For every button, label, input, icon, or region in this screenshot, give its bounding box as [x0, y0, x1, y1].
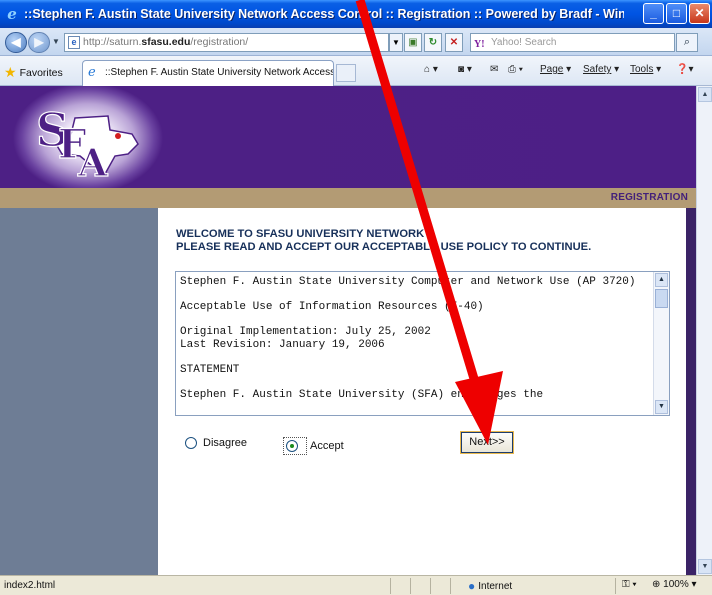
main-content: WELCOME TO SFASU UNIVERSITY NETWORK PLEA…: [158, 208, 686, 575]
policy-text: Stephen F. Austin State University Compu…: [180, 276, 636, 401]
page-menu[interactable]: Page ▾: [540, 64, 571, 75]
window-title-bar: e ::Stephen F. Austin State University N…: [0, 0, 712, 28]
scroll-up-icon[interactable]: ▲: [698, 87, 712, 102]
search-placeholder: Yahoo! Search: [491, 37, 557, 48]
zoom-control[interactable]: ⊕ 100% ▾: [652, 579, 697, 590]
scroll-up-icon[interactable]: ▲: [655, 273, 668, 287]
disagree-radio-circle[interactable]: [185, 437, 197, 449]
new-tab-button[interactable]: [336, 64, 356, 82]
status-divider: [390, 578, 391, 594]
url-path: /registration/: [190, 36, 249, 48]
welcome-line: WELCOME TO SFASU UNIVERSITY NETWORK: [176, 228, 425, 240]
favorites-label: Favorites: [19, 67, 63, 79]
url-prefix: http://saturn.: [83, 36, 142, 48]
browser-tab[interactable]: e ::Stephen F. Austin State University N…: [82, 60, 334, 86]
sfa-logo: S F A: [35, 102, 139, 181]
welcome-heading: WELCOME TO SFASU UNIVERSITY NETWORK PLEA…: [176, 228, 591, 254]
internet-explorer-icon: e: [7, 5, 17, 23]
page-menu-label: Page: [540, 64, 564, 75]
accept-radio-circle[interactable]: [286, 440, 298, 452]
zone-label: Internet: [478, 581, 513, 592]
forward-button[interactable]: ▶: [28, 32, 50, 53]
yahoo-icon: Y!: [474, 39, 485, 50]
next-button[interactable]: Next>>: [460, 431, 514, 454]
help-icon[interactable]: ❓▾: [676, 64, 693, 75]
safety-menu[interactable]: Safety ▾: [583, 64, 619, 75]
recent-pages-chevron-icon[interactable]: ▼: [52, 37, 60, 46]
window-title: ::Stephen F. Austin State University Net…: [24, 7, 624, 21]
zoom-level: 100%: [663, 579, 689, 590]
protected-mode-icon[interactable]: ⚿ ▾: [622, 579, 637, 590]
minimize-button[interactable]: _: [643, 3, 664, 24]
section-bar: REGISTRATION: [0, 188, 696, 208]
tools-menu[interactable]: Tools ▾: [630, 64, 661, 75]
search-icon[interactable]: ⌕: [676, 33, 698, 52]
right-gutter: [686, 208, 696, 575]
refresh-icon[interactable]: ↻: [424, 33, 442, 52]
policy-scrollbar[interactable]: ▲ ▼: [653, 272, 669, 415]
address-dropdown-chevron-icon[interactable]: ▼: [389, 33, 403, 52]
globe-icon: ●: [468, 579, 476, 593]
security-zone[interactable]: ● Internet: [468, 579, 512, 593]
back-button[interactable]: ◀: [5, 32, 27, 53]
print-icon[interactable]: ⎙ ▾: [508, 64, 523, 75]
disagree-radio[interactable]: Disagree: [185, 437, 247, 449]
page-icon: e: [68, 36, 80, 49]
scroll-thumb[interactable]: [655, 289, 668, 308]
compatibility-view-icon[interactable]: ▣: [404, 33, 422, 52]
tools-menu-label: Tools: [630, 64, 654, 75]
address-input[interactable]: e http://saturn.sfasu.edu/registration/: [64, 33, 389, 52]
status-divider: [430, 578, 431, 594]
left-column: [0, 208, 158, 575]
page-viewport: S F A REGISTRATION WELCOME TO SFASU UNIV…: [0, 86, 696, 575]
status-divider: [410, 578, 411, 594]
accept-label: Accept: [310, 440, 344, 452]
home-icon[interactable]: ⌂ ▾: [424, 64, 438, 75]
status-divider: [615, 578, 616, 594]
internet-explorer-icon: e: [88, 65, 96, 80]
policy-textarea[interactable]: Stephen F. Austin State University Compu…: [175, 271, 670, 416]
url-domain: sfasu.edu: [141, 36, 191, 48]
favorites-bar: ★ Favorites e ::Stephen F. Austin State U…: [0, 56, 712, 86]
maximize-button[interactable]: □: [666, 3, 687, 24]
accept-focus-ring: [283, 437, 307, 455]
star-icon: ★: [4, 64, 17, 80]
search-input[interactable]: Y! Yahoo! Search: [470, 33, 675, 52]
svg-text:A: A: [77, 140, 108, 181]
header-banner: S F A: [0, 86, 696, 188]
section-label: REGISTRATION: [610, 192, 688, 203]
status-text: index2.html: [4, 580, 56, 591]
stop-icon[interactable]: ✕: [445, 33, 463, 52]
feeds-icon[interactable]: ◙ ▾: [458, 64, 472, 75]
browser-scrollbar[interactable]: ▲ ▼: [696, 86, 712, 575]
close-button[interactable]: ✕: [689, 3, 710, 24]
status-bar: index2.html ● Internet ⚿ ▾ ⊕ 100% ▾: [0, 575, 712, 595]
tab-title: ::Stephen F. Austin State University Net…: [105, 67, 334, 78]
instruction-line: PLEASE READ AND ACCEPT OUR ACCEPTABLE US…: [176, 241, 592, 253]
disagree-label: Disagree: [203, 437, 248, 449]
status-divider: [450, 578, 451, 594]
mail-icon[interactable]: ✉: [490, 64, 498, 75]
favorites-button[interactable]: ★ Favorites: [4, 64, 63, 81]
safety-menu-label: Safety: [583, 64, 612, 75]
scroll-down-icon[interactable]: ▼: [655, 400, 668, 414]
scroll-down-icon[interactable]: ▼: [698, 559, 712, 574]
accept-radio[interactable]: Accept: [283, 437, 344, 455]
navigation-bar: ◀ ▶ ▼ e http://saturn.sfasu.edu/registrat…: [0, 28, 712, 56]
